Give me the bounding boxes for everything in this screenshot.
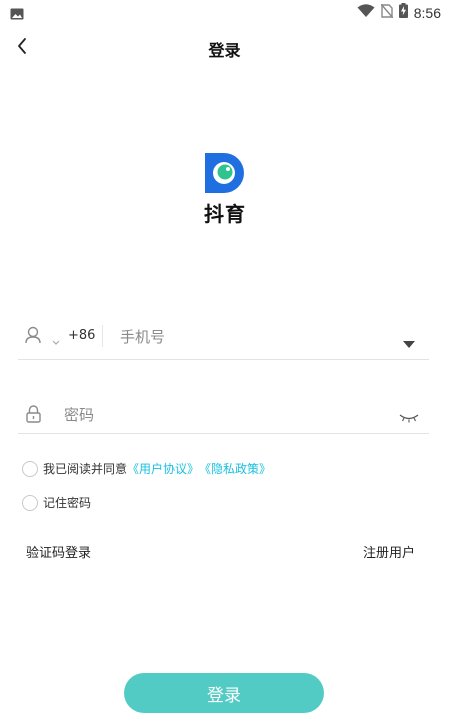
agreement-checkbox[interactable] xyxy=(22,460,38,477)
remember-label: 记住密码 xyxy=(43,496,92,510)
status-bar: 8:56 xyxy=(0,0,449,24)
login-button[interactable]: 登录 xyxy=(124,673,324,713)
lock-icon xyxy=(26,405,41,427)
remember-row: 记住密码 xyxy=(22,494,91,511)
dropdown-arrow-icon[interactable] xyxy=(403,333,415,352)
status-icons: 8:56 xyxy=(357,3,441,22)
page-title: 登录 xyxy=(208,41,241,60)
logo-mark xyxy=(202,150,248,196)
image-icon xyxy=(10,5,24,24)
agreement-row: 我已阅读并同意 《用户协议》 《隐私政策》 xyxy=(22,460,271,477)
remember-checkbox[interactable] xyxy=(22,494,38,511)
phone-row: +86 xyxy=(18,314,429,360)
phone-input[interactable] xyxy=(120,323,380,351)
wifi-icon xyxy=(357,3,375,22)
app-bar: 登录 xyxy=(0,26,449,70)
user-agreement-link[interactable]: 《用户协议》 xyxy=(127,460,199,477)
divider xyxy=(102,325,103,347)
eye-closed-icon[interactable] xyxy=(399,408,419,427)
app-logo: 抖育 xyxy=(198,150,252,226)
privacy-policy-link[interactable]: 《隐私政策》 xyxy=(199,460,271,477)
chevron-down-icon[interactable] xyxy=(52,331,60,350)
status-time: 8:56 xyxy=(413,4,441,21)
no-sim-icon xyxy=(380,3,394,22)
country-code-selector[interactable]: +86 xyxy=(68,328,95,343)
logo-text: 抖育 xyxy=(204,202,246,226)
battery-charging-icon xyxy=(398,3,408,22)
password-input[interactable] xyxy=(64,402,384,428)
agreement-text: 我已阅读并同意 xyxy=(43,462,128,476)
password-row xyxy=(18,396,429,434)
register-link[interactable]: 注册用户 xyxy=(363,542,415,561)
user-icon xyxy=(25,326,41,348)
sms-login-link[interactable]: 验证码登录 xyxy=(26,542,91,561)
